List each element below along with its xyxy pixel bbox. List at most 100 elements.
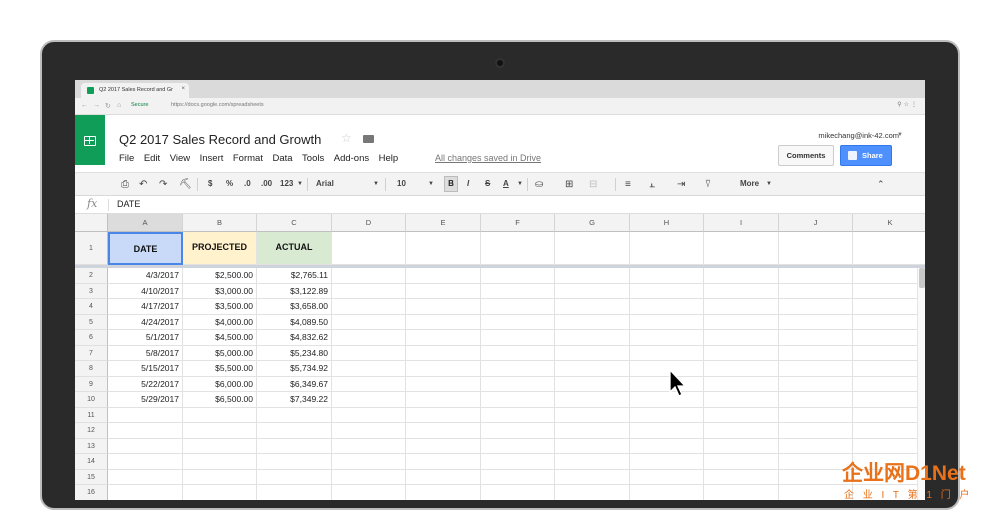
table-cell[interactable] bbox=[779, 330, 853, 346]
table-cell[interactable] bbox=[555, 330, 630, 346]
table-cell[interactable]: $5,500.00 bbox=[183, 361, 257, 377]
row-header[interactable]: 2 bbox=[75, 268, 108, 284]
header-cell[interactable] bbox=[406, 232, 481, 265]
table-cell[interactable] bbox=[704, 392, 779, 408]
table-cell[interactable] bbox=[481, 361, 555, 377]
table-cell[interactable] bbox=[406, 438, 481, 454]
table-cell[interactable] bbox=[332, 345, 406, 361]
table-cell[interactable] bbox=[704, 485, 779, 500]
table-cell[interactable] bbox=[630, 392, 704, 408]
table-cell[interactable] bbox=[704, 454, 779, 470]
table-cell[interactable] bbox=[257, 407, 332, 423]
table-cell[interactable]: $7,349.22 bbox=[257, 392, 332, 408]
table-cell[interactable] bbox=[481, 392, 555, 408]
table-cell[interactable] bbox=[853, 392, 925, 408]
table-cell[interactable] bbox=[481, 407, 555, 423]
collapse-icon[interactable]: ⌃ bbox=[877, 179, 885, 190]
table-cell[interactable] bbox=[555, 299, 630, 315]
table-cell[interactable] bbox=[630, 469, 704, 485]
table-cell[interactable] bbox=[406, 314, 481, 330]
more-button[interactable]: More bbox=[740, 179, 759, 188]
table-cell[interactable] bbox=[555, 376, 630, 392]
folder-icon[interactable] bbox=[363, 135, 374, 143]
table-cell[interactable] bbox=[704, 268, 779, 284]
header-cell[interactable] bbox=[853, 232, 925, 265]
table-cell[interactable]: 4/24/2017 bbox=[108, 314, 183, 330]
share-button[interactable]: Share bbox=[840, 145, 892, 166]
table-cell[interactable] bbox=[853, 377, 925, 392]
table-cell[interactable] bbox=[704, 314, 779, 330]
table-cell[interactable] bbox=[332, 268, 406, 284]
table-cell[interactable] bbox=[555, 485, 630, 500]
table-cell[interactable] bbox=[630, 330, 704, 346]
table-cell[interactable] bbox=[332, 314, 406, 330]
column-header[interactable]: G bbox=[555, 214, 630, 232]
table-cell[interactable] bbox=[779, 407, 853, 423]
row-header[interactable]: 5 bbox=[75, 314, 108, 330]
table-cell[interactable] bbox=[257, 469, 332, 485]
save-status[interactable]: All changes saved in Drive bbox=[435, 153, 541, 163]
table-cell[interactable]: 5/1/2017 bbox=[108, 330, 183, 346]
table-cell[interactable] bbox=[332, 423, 406, 439]
menu-help[interactable]: Help bbox=[379, 153, 399, 164]
user-email[interactable]: mikechang@ink-42.com bbox=[818, 131, 899, 140]
table-cell[interactable] bbox=[853, 330, 925, 346]
header-cell[interactable] bbox=[481, 232, 555, 265]
print-icon[interactable]: ⎙ bbox=[121, 179, 129, 190]
table-cell[interactable] bbox=[779, 392, 853, 408]
table-cell[interactable] bbox=[108, 485, 183, 500]
merge-cells-icon[interactable]: ⊟ bbox=[589, 179, 597, 190]
browser-actions-icons[interactable]: ⚲☆⋮ bbox=[897, 101, 919, 108]
table-cell[interactable] bbox=[481, 454, 555, 470]
table-cell[interactable] bbox=[332, 469, 406, 485]
table-cell[interactable] bbox=[555, 361, 630, 377]
account-chevron-icon[interactable]: ▼ bbox=[897, 132, 903, 138]
table-cell[interactable] bbox=[704, 283, 779, 299]
document-title[interactable]: Q2 2017 Sales Record and Growth bbox=[119, 132, 321, 147]
table-cell[interactable] bbox=[183, 469, 257, 485]
table-cell[interactable] bbox=[704, 407, 779, 423]
table-cell[interactable] bbox=[481, 438, 555, 454]
table-cell[interactable]: 4/3/2017 bbox=[108, 268, 183, 284]
table-cell[interactable] bbox=[406, 345, 481, 361]
table-cell[interactable] bbox=[406, 268, 481, 284]
table-cell[interactable] bbox=[257, 423, 332, 439]
font-size-select[interactable]: 10 bbox=[397, 179, 406, 188]
table-cell[interactable] bbox=[704, 361, 779, 377]
reload-icon[interactable]: ↻ bbox=[105, 102, 111, 110]
text-color-chevron-icon[interactable]: ▼ bbox=[517, 181, 523, 187]
sheets-home-button[interactable] bbox=[75, 115, 105, 165]
table-cell[interactable] bbox=[630, 345, 704, 361]
font-chevron-icon[interactable]: ▼ bbox=[373, 181, 379, 187]
row-header[interactable]: 4 bbox=[75, 299, 108, 315]
table-cell[interactable] bbox=[406, 469, 481, 485]
table-cell[interactable] bbox=[555, 392, 630, 408]
table-cell[interactable]: 5/8/2017 bbox=[108, 345, 183, 361]
table-cell[interactable]: $6,000.00 bbox=[183, 376, 257, 392]
row-header[interactable]: 9 bbox=[75, 376, 108, 392]
table-cell[interactable] bbox=[332, 438, 406, 454]
table-cell[interactable] bbox=[779, 299, 853, 315]
menu-view[interactable]: View bbox=[170, 153, 190, 164]
horizontal-align-icon[interactable]: ≡ bbox=[625, 179, 631, 190]
table-cell[interactable] bbox=[555, 438, 630, 454]
redo-icon[interactable]: ↷ bbox=[159, 179, 167, 190]
table-cell[interactable] bbox=[332, 361, 406, 377]
decrease-decimal-button[interactable]: .0 bbox=[244, 179, 251, 188]
table-cell[interactable]: $3,658.00 bbox=[257, 299, 332, 315]
table-cell[interactable] bbox=[406, 423, 481, 439]
table-cell[interactable] bbox=[779, 345, 853, 361]
table-cell[interactable] bbox=[630, 423, 704, 439]
table-cell[interactable]: $4,500.00 bbox=[183, 330, 257, 346]
table-cell[interactable] bbox=[853, 408, 925, 423]
table-cell[interactable] bbox=[779, 361, 853, 377]
strikethrough-button[interactable]: S bbox=[485, 179, 490, 188]
table-cell[interactable] bbox=[630, 361, 704, 377]
table-cell[interactable] bbox=[257, 485, 332, 500]
table-cell[interactable] bbox=[108, 454, 183, 470]
table-cell[interactable] bbox=[108, 407, 183, 423]
vertical-align-icon[interactable]: ⫠ bbox=[649, 179, 655, 190]
table-cell[interactable] bbox=[779, 423, 853, 439]
table-cell[interactable] bbox=[481, 469, 555, 485]
table-cell[interactable] bbox=[853, 284, 925, 299]
